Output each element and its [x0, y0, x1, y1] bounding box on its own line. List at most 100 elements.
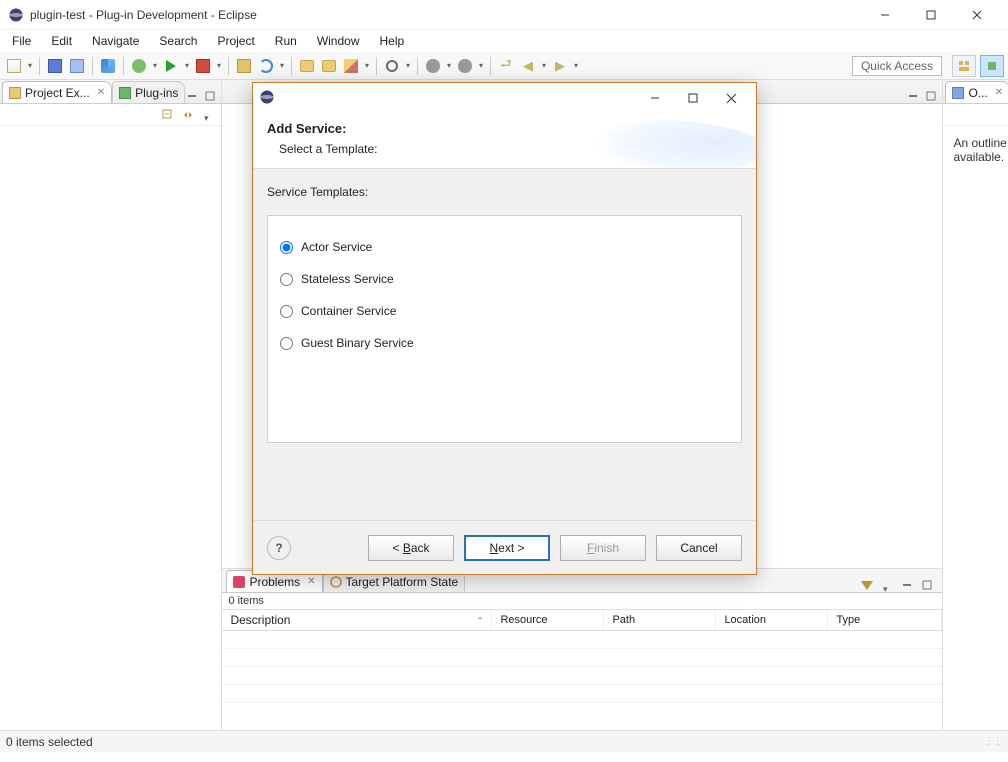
edit-button[interactable] — [341, 56, 361, 76]
wand-button[interactable] — [98, 56, 118, 76]
dropdown-arrow-icon[interactable]: ▾ — [363, 56, 371, 76]
dropdown-arrow-icon[interactable]: ▾ — [404, 56, 412, 76]
tab-label: Problems — [249, 575, 300, 589]
problems-items-count: 0 items — [222, 593, 942, 609]
plugin-icon — [119, 87, 131, 99]
maximize-editor-icon[interactable] — [924, 89, 938, 103]
radio-actor-service[interactable]: Actor Service — [280, 240, 729, 254]
tab-plugins[interactable]: Plug-ins — [112, 81, 185, 103]
menu-help[interactable]: Help — [372, 32, 413, 50]
menu-run[interactable]: Run — [267, 32, 305, 50]
help-button[interactable]: ? — [267, 536, 291, 560]
sort-asc-icon: ⌃ — [477, 616, 484, 625]
open-plugin-artifact-button[interactable] — [234, 56, 254, 76]
save-all-button[interactable] — [67, 56, 87, 76]
dialog-header: Add Service: Select a Template: — [253, 113, 756, 169]
main-toolbar: ▾ ▾ ▾ ▾ ▾ ▾ ▾ ▾ ▾ ⮐ ◀▾ ▶▾ Quick Access — [0, 52, 1008, 80]
run-button[interactable] — [161, 56, 181, 76]
radio-input[interactable] — [280, 273, 293, 286]
dropdown-arrow-icon[interactable]: ▾ — [572, 56, 580, 76]
dialog-close-button[interactable] — [712, 86, 750, 110]
nav-forward-button[interactable]: ▶ — [550, 56, 570, 76]
window-close-button[interactable] — [954, 1, 1000, 29]
next-annotation-button[interactable] — [455, 56, 475, 76]
menu-navigate[interactable]: Navigate — [84, 32, 147, 50]
new-button[interactable] — [4, 56, 24, 76]
minimize-editor-icon[interactable] — [906, 89, 920, 103]
minimize-view-icon[interactable] — [900, 578, 914, 592]
next-button[interactable]: Next > — [464, 535, 550, 561]
window-minimize-button[interactable] — [862, 1, 908, 29]
service-templates-list: Actor Service Stateless Service Containe… — [267, 215, 742, 443]
filter-icon[interactable] — [860, 578, 874, 592]
view-menu-icon[interactable] — [880, 578, 894, 592]
tab-label: Plug-ins — [135, 86, 178, 100]
radio-input[interactable] — [280, 305, 293, 318]
open-task-button[interactable] — [319, 56, 339, 76]
maximize-view-icon[interactable] — [203, 89, 217, 103]
radio-stateless-service[interactable]: Stateless Service — [280, 272, 729, 286]
minimize-view-icon[interactable] — [185, 89, 199, 103]
radio-guest-binary-service[interactable]: Guest Binary Service — [280, 336, 729, 350]
dialog-body: Service Templates: Actor Service Statele… — [253, 169, 756, 520]
dropdown-arrow-icon[interactable]: ▾ — [151, 56, 159, 76]
maximize-view-icon[interactable] — [920, 578, 934, 592]
column-resource[interactable]: Resource — [492, 610, 604, 630]
menu-window[interactable]: Window — [309, 32, 368, 50]
dropdown-arrow-icon[interactable]: ▾ — [215, 56, 223, 76]
column-location[interactable]: Location — [716, 610, 828, 630]
left-tabstrip: Project Ex... ✕ Plug-ins — [0, 80, 221, 104]
radio-container-service[interactable]: Container Service — [280, 304, 729, 318]
external-tools-button[interactable] — [193, 56, 213, 76]
dropdown-arrow-icon[interactable]: ▾ — [278, 56, 286, 76]
menu-file[interactable]: File — [4, 32, 39, 50]
close-icon[interactable]: ✕ — [97, 87, 105, 98]
column-path[interactable]: Path — [604, 610, 716, 630]
finish-button[interactable]: Finish — [560, 535, 646, 561]
quick-access-field[interactable]: Quick Access — [852, 56, 942, 76]
plugin-dev-perspective-button[interactable] — [980, 55, 1004, 77]
outline-message: An outline is not available. — [943, 126, 1008, 730]
menu-search[interactable]: Search — [151, 32, 205, 50]
outline-toolbar — [943, 104, 1008, 126]
dialog-minimize-button[interactable] — [636, 86, 674, 110]
column-type[interactable]: Type — [828, 610, 942, 630]
save-button[interactable] — [45, 56, 65, 76]
tab-outline[interactable]: O... ✕ — [945, 81, 1008, 103]
link-editor-icon[interactable] — [181, 108, 195, 122]
nav-back-button[interactable]: ⮐ — [496, 56, 516, 76]
search-button[interactable] — [382, 56, 402, 76]
tab-project-explorer[interactable]: Project Ex... ✕ — [2, 81, 112, 103]
add-service-dialog: Add Service: Select a Template: Service … — [252, 82, 757, 575]
collapse-all-icon[interactable] — [161, 108, 175, 122]
tab-label: O... — [968, 86, 987, 100]
debug-button[interactable] — [129, 56, 149, 76]
nav-back-history[interactable]: ◀ — [518, 56, 538, 76]
table-row — [222, 667, 942, 685]
dialog-subtitle: Select a Template: — [279, 142, 742, 156]
dialog-maximize-button[interactable] — [674, 86, 712, 110]
project-explorer-body[interactable] — [0, 126, 221, 730]
close-icon[interactable]: ✕ — [995, 87, 1003, 98]
dropdown-arrow-icon[interactable]: ▾ — [540, 56, 548, 76]
refresh-button[interactable] — [256, 56, 276, 76]
dropdown-arrow-icon[interactable]: ▾ — [26, 56, 34, 76]
right-tabstrip: O... ✕ T... — [943, 80, 1008, 104]
back-button[interactable]: < Back — [368, 535, 454, 561]
view-menu-icon[interactable] — [201, 108, 215, 122]
open-type-button[interactable] — [297, 56, 317, 76]
dropdown-arrow-icon[interactable]: ▾ — [445, 56, 453, 76]
menubar: File Edit Navigate Search Project Run Wi… — [0, 30, 1008, 52]
prev-annotation-button[interactable] — [423, 56, 443, 76]
dropdown-arrow-icon[interactable]: ▾ — [183, 56, 191, 76]
dropdown-arrow-icon[interactable]: ▾ — [477, 56, 485, 76]
window-maximize-button[interactable] — [908, 1, 954, 29]
close-icon[interactable]: ✕ — [307, 576, 315, 587]
menu-project[interactable]: Project — [209, 32, 262, 50]
column-description[interactable]: Description⌃ — [222, 610, 492, 630]
radio-input[interactable] — [280, 337, 293, 350]
menu-edit[interactable]: Edit — [43, 32, 80, 50]
cancel-button[interactable]: Cancel — [656, 535, 742, 561]
radio-input[interactable] — [280, 241, 293, 254]
open-perspective-button[interactable] — [952, 55, 976, 77]
